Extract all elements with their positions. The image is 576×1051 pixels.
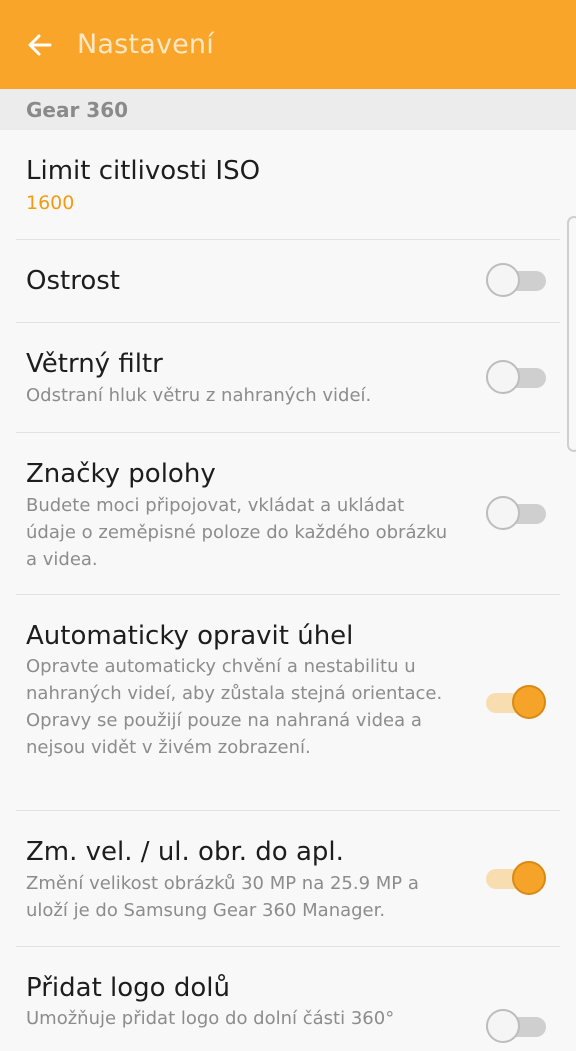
setting-sharpness[interactable]: Ostrost bbox=[0, 240, 576, 323]
setting-title: Zm. vel. / ul. obr. do apl. bbox=[26, 837, 344, 867]
toggle-thumb bbox=[486, 263, 520, 297]
toggle-thumb bbox=[512, 685, 546, 719]
page-title: Nastavení bbox=[77, 29, 214, 60]
toggle-thumb bbox=[486, 1009, 520, 1043]
setting-auto-angle-correction[interactable]: Automaticky opravit úhel Opravte automat… bbox=[0, 595, 576, 811]
setting-title: Ostrost bbox=[26, 266, 120, 296]
back-button[interactable] bbox=[20, 25, 60, 65]
setting-location-tags[interactable]: Značky polohy Budete moci připojovat, vk… bbox=[0, 433, 576, 595]
settings-list: Limit citlivosti ISO 1600 Ostrost Větrný… bbox=[0, 130, 576, 1051]
toggle-thumb bbox=[512, 861, 546, 895]
add-logo-toggle[interactable] bbox=[486, 1007, 546, 1047]
setting-add-logo[interactable]: Přidat logo dolů Umožňuje přidat logo do… bbox=[0, 947, 576, 1051]
setting-resize-save[interactable]: Zm. vel. / ul. obr. do apl. Změní veliko… bbox=[0, 811, 576, 947]
resize-save-toggle[interactable] bbox=[486, 859, 546, 899]
section-header-label: Gear 360 bbox=[26, 97, 129, 122]
setting-value: 1600 bbox=[26, 192, 75, 214]
sharpness-toggle[interactable] bbox=[486, 261, 546, 301]
setting-title: Větrný filtr bbox=[26, 349, 163, 379]
setting-description: Umožňuje přidat logo do dolní části 360° bbox=[26, 1008, 395, 1029]
setting-description: Odstraní hluk větru z nahraných videí. bbox=[26, 385, 372, 406]
setting-title: Limit citlivosti ISO bbox=[26, 156, 261, 186]
setting-description: Opravte automaticky chvění a nestabilitu… bbox=[26, 656, 443, 758]
setting-iso-limit[interactable]: Limit citlivosti ISO 1600 bbox=[0, 130, 576, 240]
app-bar: Nastavení bbox=[0, 0, 576, 89]
section-header: Gear 360 bbox=[0, 89, 576, 130]
setting-title: Automaticky opravit úhel bbox=[26, 621, 354, 651]
wind-filter-toggle[interactable] bbox=[486, 358, 546, 398]
setting-description: Budete moci připojovat, vkládat a ukláda… bbox=[26, 495, 448, 570]
setting-title: Značky polohy bbox=[26, 459, 216, 489]
location-tags-toggle[interactable] bbox=[486, 494, 546, 534]
setting-wind-filter[interactable]: Větrný filtr Odstraní hluk větru z nahra… bbox=[0, 323, 576, 433]
auto-angle-toggle[interactable] bbox=[486, 683, 546, 723]
toggle-thumb bbox=[486, 496, 520, 530]
arrow-left-icon bbox=[28, 34, 52, 55]
toggle-thumb bbox=[486, 360, 520, 394]
scrollbar[interactable] bbox=[567, 216, 576, 452]
setting-title: Přidat logo dolů bbox=[26, 973, 230, 1003]
setting-description: Změní velikost obrázků 30 MP na 25.9 MP … bbox=[26, 873, 419, 921]
